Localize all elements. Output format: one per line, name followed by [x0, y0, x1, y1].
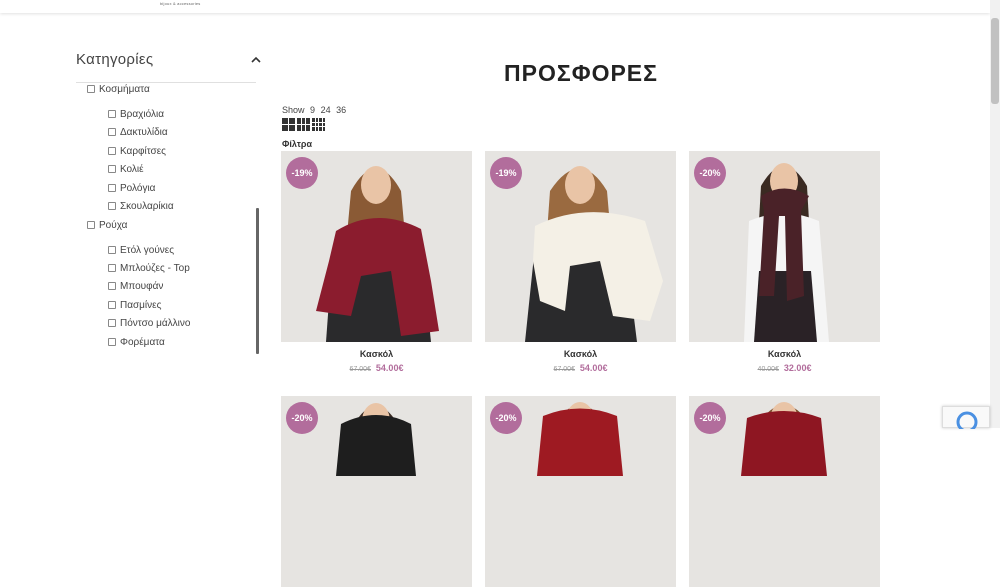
- product-card[interactable]: -19% Κασκόλ 67.00€ 54.00€: [485, 151, 676, 373]
- category-item[interactable]: Δακτυλίδια: [108, 125, 168, 139]
- category-checkbox[interactable]: [108, 202, 116, 210]
- sidebar-scrollbar[interactable]: [256, 208, 259, 354]
- grid-4-columns-icon[interactable]: [312, 118, 325, 131]
- product-image[interactable]: -20%: [689, 151, 880, 342]
- category-item[interactable]: Βραχιόλια: [108, 107, 164, 121]
- site-header: bijoux & accessories: [0, 0, 990, 13]
- category-checkbox[interactable]: [108, 110, 116, 118]
- page-scrollbar-thumb[interactable]: [991, 18, 999, 104]
- chevron-up-icon[interactable]: [250, 54, 262, 66]
- categories-header[interactable]: Κατηγορίες: [76, 51, 262, 71]
- show-label: Show: [282, 105, 305, 115]
- category-label: Πόντσο μάλλινο: [120, 317, 191, 329]
- category-item[interactable]: Μπουφάν: [108, 279, 163, 293]
- show-per-page: Show 9 24 36: [282, 105, 349, 115]
- category-label: Κοσμήματα: [99, 83, 150, 95]
- filters-toggle[interactable]: Φίλτρα: [282, 139, 312, 149]
- grid-3-columns-icon[interactable]: [297, 118, 310, 131]
- category-item[interactable]: Κολιέ: [108, 162, 144, 176]
- category-checkbox[interactable]: [108, 301, 116, 309]
- product-image[interactable]: -19%: [485, 151, 676, 342]
- category-checkbox[interactable]: [108, 319, 116, 327]
- category-checkbox[interactable]: [108, 246, 116, 254]
- product-name[interactable]: Κασκόλ: [485, 349, 676, 359]
- category-label: Μπλούζες - Top: [120, 262, 190, 274]
- product-price: 40.00€ 32.00€: [689, 363, 880, 373]
- recaptcha-icon: [956, 411, 978, 433]
- category-label: Ετόλ γούνες: [120, 244, 175, 256]
- sale-price: 32.00€: [783, 363, 812, 373]
- show-option-36[interactable]: 36: [336, 105, 346, 115]
- categories-title: Κατηγορίες: [76, 51, 154, 68]
- product-image[interactable]: -20%: [281, 396, 472, 587]
- grid-2-columns-icon[interactable]: [282, 118, 295, 131]
- category-label: Βραχιόλια: [120, 108, 164, 120]
- product-image[interactable]: -20%: [485, 396, 676, 587]
- discount-badge: -19%: [286, 157, 318, 189]
- product-card[interactable]: -19% Κασκόλ 67.00€ 54.00€: [281, 151, 472, 373]
- category-checkbox[interactable]: [108, 165, 116, 173]
- category-checkbox[interactable]: [108, 147, 116, 155]
- category-item[interactable]: Ρούχα: [87, 218, 127, 232]
- old-price: 67.00€: [349, 366, 371, 373]
- category-checkbox[interactable]: [108, 282, 116, 290]
- category-item[interactable]: Φορέματα: [108, 335, 165, 349]
- product-image[interactable]: -19%: [281, 151, 472, 342]
- category-label: Σκουλαρίκια: [120, 200, 174, 212]
- category-label: Καρφίτσες: [120, 145, 166, 157]
- category-label: Φορέματα: [120, 336, 165, 348]
- show-option-24[interactable]: 24: [321, 105, 331, 115]
- scarf: [537, 408, 623, 476]
- category-checkbox[interactable]: [108, 184, 116, 192]
- category-item[interactable]: Καρφίτσες: [108, 144, 166, 158]
- product-image[interactable]: -20%: [689, 396, 880, 587]
- category-item[interactable]: Ρολόγια: [108, 181, 155, 195]
- sale-price: 54.00€: [375, 363, 404, 373]
- category-checkbox[interactable]: [108, 264, 116, 272]
- sale-price: 54.00€: [579, 363, 608, 373]
- discount-badge: -20%: [694, 402, 726, 434]
- category-label: Ρολόγια: [120, 182, 156, 194]
- grid-view-switcher: [282, 118, 325, 131]
- category-label: Μπουφάν: [120, 280, 164, 292]
- product-name[interactable]: Κασκόλ: [689, 349, 880, 359]
- category-checkbox[interactable]: [108, 128, 116, 136]
- category-checkbox[interactable]: [87, 221, 95, 229]
- page-title: ΠΡΟΣΦΟΡΕΣ: [504, 60, 658, 86]
- product-card[interactable]: -20%: [281, 396, 472, 587]
- product-name[interactable]: Κασκόλ: [281, 349, 472, 359]
- scarf: [336, 415, 416, 476]
- category-checkbox[interactable]: [108, 338, 116, 346]
- discount-badge: -19%: [490, 157, 522, 189]
- show-option-9[interactable]: 9: [310, 105, 315, 115]
- category-label: Ρούχα: [99, 219, 128, 231]
- category-item[interactable]: Σκουλαρίκια: [108, 199, 174, 213]
- category-label: Κολιέ: [120, 163, 144, 175]
- product-card[interactable]: -20%: [485, 396, 676, 587]
- category-label: Πασμίνες: [120, 299, 162, 311]
- category-item[interactable]: Ετόλ γούνες: [108, 243, 174, 257]
- category-item[interactable]: Κοσμήματα: [87, 82, 150, 96]
- category-item[interactable]: Πασμίνες: [108, 298, 161, 312]
- discount-badge: -20%: [694, 157, 726, 189]
- product-price: 67.00€ 54.00€: [281, 363, 472, 373]
- discount-badge: -20%: [286, 402, 318, 434]
- product-card[interactable]: -20%: [689, 396, 880, 587]
- recaptcha-badge[interactable]: [942, 406, 990, 433]
- category-label: Δακτυλίδια: [120, 126, 168, 138]
- product-price: 67.00€ 54.00€: [485, 363, 676, 373]
- category-item[interactable]: Μπλούζες - Top: [108, 261, 190, 275]
- categories-sidebar: Κατηγορίες Κοσμήματα Βραχιόλια Δακτυλίδι…: [76, 48, 262, 358]
- category-checkbox[interactable]: [87, 85, 95, 93]
- category-item[interactable]: Πόντσο μάλλινο: [108, 316, 190, 330]
- old-price: 40.00€: [757, 366, 779, 373]
- product-card[interactable]: -20% Κασκόλ 40.00€ 32.00€: [689, 151, 880, 373]
- old-price: 67.00€: [553, 366, 575, 373]
- logo-tagline: bijoux & accessories: [160, 1, 201, 6]
- scarf: [741, 411, 827, 476]
- discount-badge: -20%: [490, 402, 522, 434]
